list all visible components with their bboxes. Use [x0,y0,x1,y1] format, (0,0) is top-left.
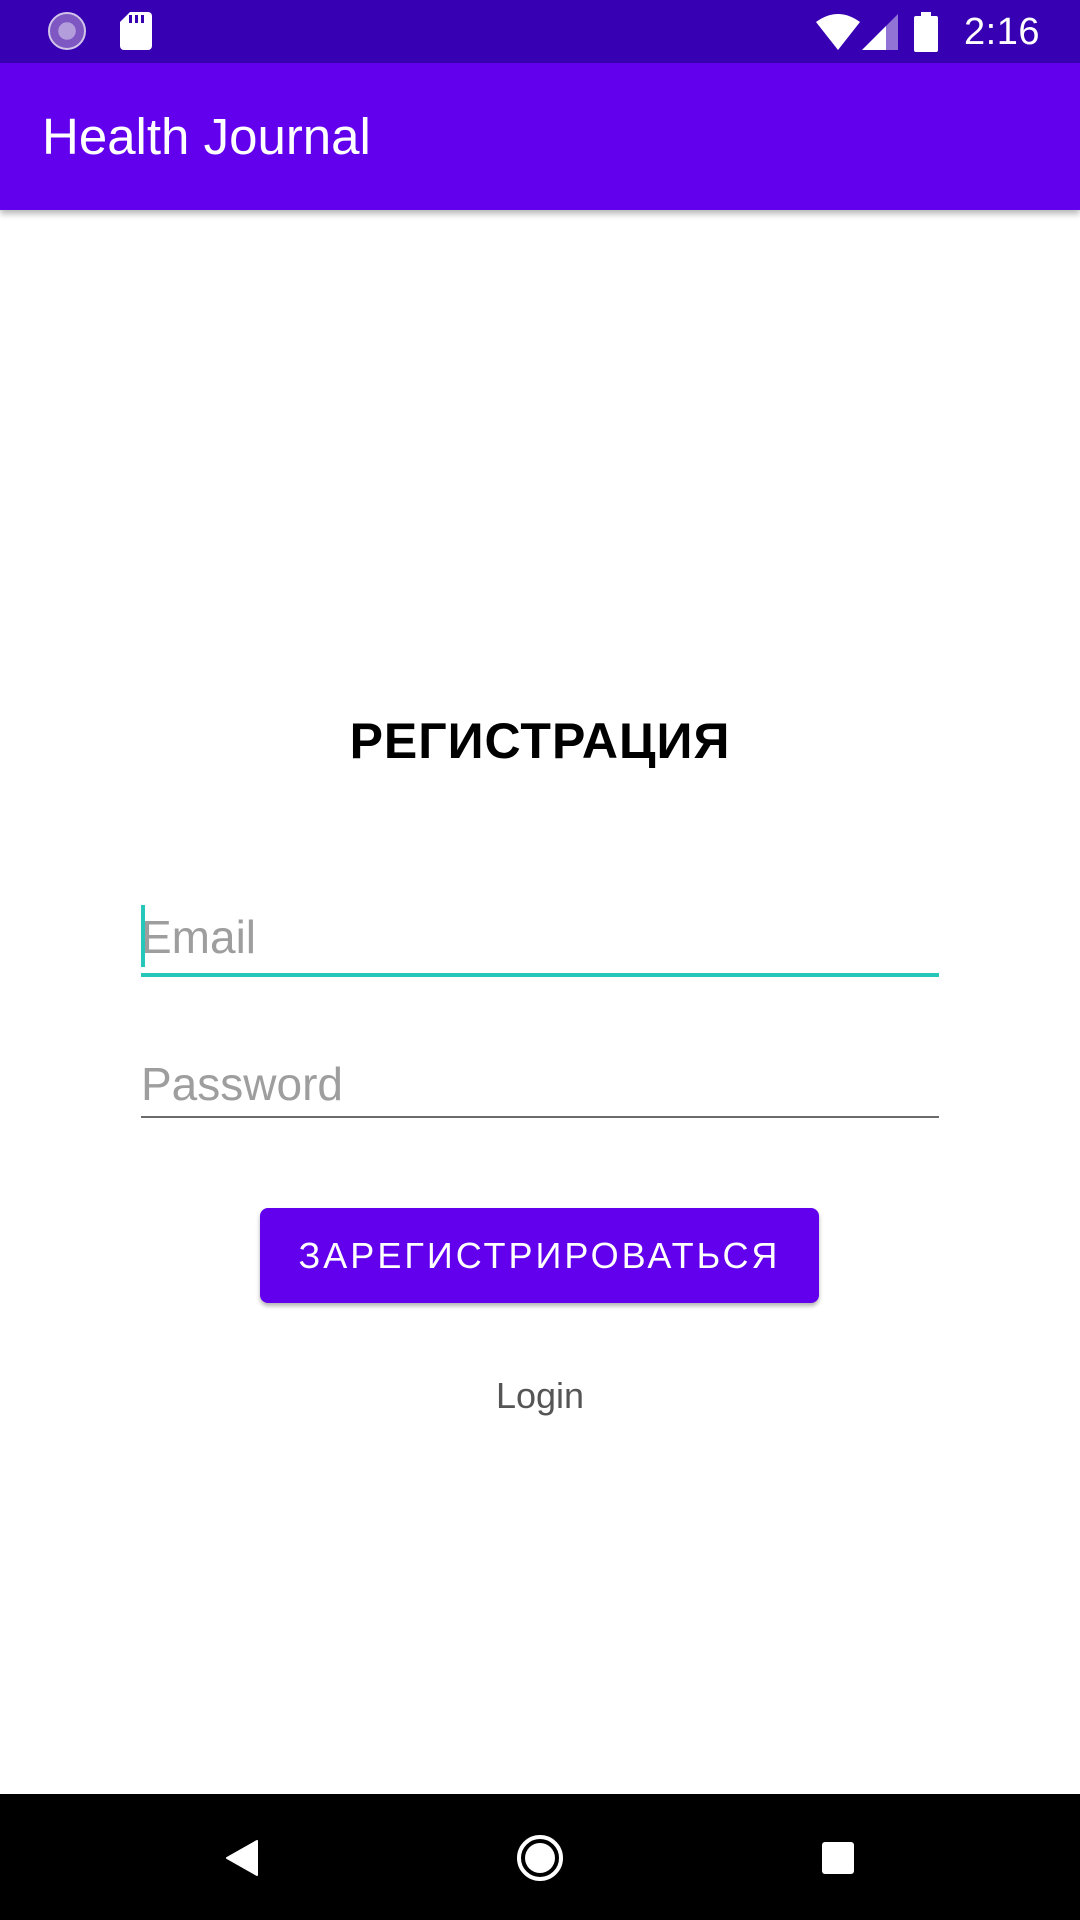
login-link[interactable]: Login [0,1375,1080,1417]
screen: 2:16 Health Journal РЕГИСТРАЦИЯ ЗАРЕГИСТ… [0,0,1080,1920]
app-title: Health Journal [42,108,371,165]
password-field[interactable] [141,1052,939,1118]
signal-icon [862,14,899,50]
status-bar: 2:16 [0,0,1080,63]
password-input[interactable] [141,1052,939,1116]
wifi-icon [816,14,861,50]
password-underline [141,1116,939,1118]
email-input[interactable] [141,905,939,969]
email-field[interactable] [141,905,939,977]
sync-icon [48,12,86,50]
register-button[interactable]: ЗАРЕГИСТРИРОВАТЬСЯ [260,1208,819,1303]
sd-card-icon [120,12,152,50]
status-time: 2:16 [964,10,1040,53]
home-button[interactable] [508,1826,572,1890]
back-button[interactable] [210,1826,274,1890]
email-underline [141,973,939,977]
home-icon [517,1835,563,1881]
back-icon [226,1840,258,1876]
recents-button[interactable] [806,1826,870,1890]
recents-icon [822,1842,854,1874]
navigation-bar [0,1794,1080,1920]
status-right-icons: 2:16 [816,6,1040,58]
status-left-icons [48,12,152,50]
text-cursor [141,905,145,967]
app-bar: Health Journal [0,63,1080,210]
battery-icon [914,12,939,52]
page-title: РЕГИСТРАЦИЯ [349,713,731,769]
